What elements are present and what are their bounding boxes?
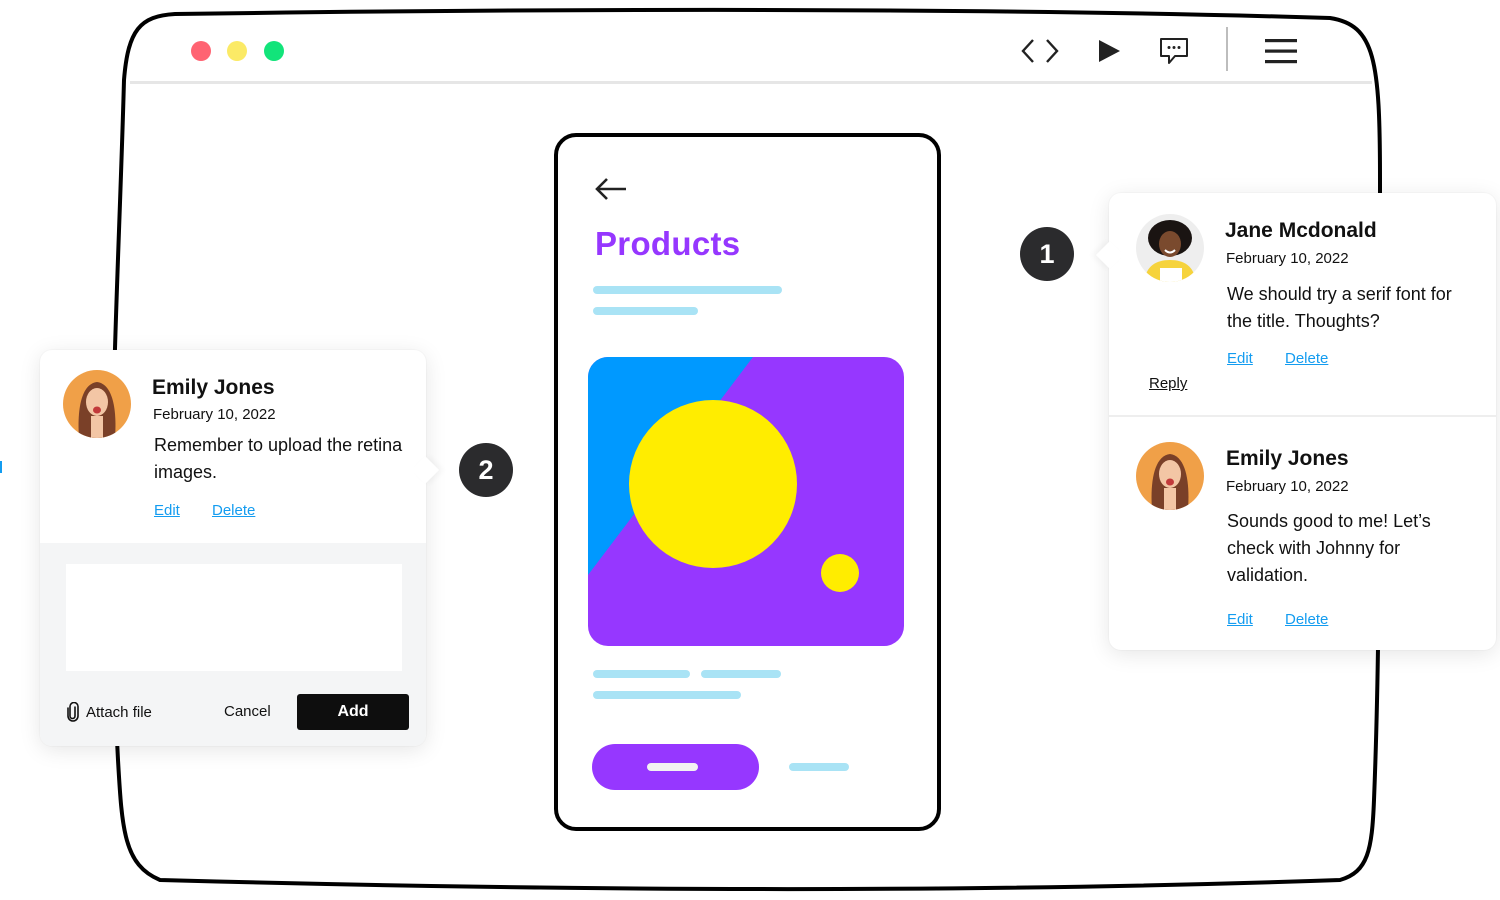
primary-action-button[interactable] (592, 744, 759, 790)
avatar-emily-jones (1136, 442, 1204, 510)
delete-comment-link[interactable]: Delete (1285, 611, 1328, 628)
comment-date: February 10, 2022 (1226, 250, 1349, 267)
comment-divider (1109, 415, 1496, 417)
comment-text: Remember to upload the retina images. (154, 435, 403, 482)
comment-text: We should try a serif font for the title… (1227, 284, 1452, 331)
add-button[interactable]: Add (297, 694, 409, 730)
button-label-placeholder (647, 763, 698, 771)
hero-large-circle (629, 400, 797, 568)
comment-author: Jane Mcdonald (1225, 219, 1377, 242)
page-title: Products (595, 225, 741, 262)
cancel-button[interactable]: Cancel (224, 703, 271, 720)
comments-button[interactable] (1156, 32, 1192, 70)
avatar-emily-jones (63, 370, 131, 438)
comment-thread-1: Jane Mcdonald February 10, 2022 We shoul… (1095, 193, 1496, 650)
close-window-button[interactable] (191, 41, 211, 61)
delete-comment-link[interactable]: Delete (212, 502, 255, 519)
attach-file-label: Attach file (86, 703, 152, 721)
comment-marker-1[interactable]: 1 (1020, 227, 1074, 281)
reply-composer: Attach file Cancel Add (40, 543, 426, 746)
edit-comment-link[interactable]: Edit (154, 502, 180, 519)
text-placeholder-line (593, 307, 698, 315)
comment-author: Emily Jones (1226, 447, 1349, 470)
code-view-button[interactable] (1018, 32, 1062, 70)
text-placeholder-line (701, 670, 781, 678)
comment-text: Sounds good to me! Let’s check with John… (1227, 511, 1431, 585)
minimize-window-button[interactable] (227, 41, 247, 61)
toolbar-separator (1226, 27, 1228, 71)
edit-comment-link[interactable]: Edit (1227, 611, 1253, 628)
text-placeholder-line (593, 286, 782, 294)
paperclip-icon (67, 702, 79, 722)
delete-comment-link[interactable]: Delete (1285, 350, 1328, 367)
secondary-link-placeholder[interactable] (789, 763, 849, 771)
hamburger-menu-icon (1265, 39, 1297, 64)
comment-author: Emily Jones (152, 376, 275, 399)
text-placeholder-line (593, 691, 741, 699)
edge-indicator (0, 461, 2, 473)
comment-bubble-icon (1160, 38, 1188, 64)
comment-date: February 10, 2022 (153, 406, 276, 423)
hero-small-circle (821, 554, 859, 592)
titlebar-divider (130, 81, 1372, 84)
comment-thread-2: Emily Jones February 10, 2022 Remember t… (40, 350, 440, 746)
maximize-window-button[interactable] (264, 41, 284, 61)
phone-mockup: Products (554, 133, 941, 831)
arrow-left-icon[interactable] (594, 177, 628, 201)
preview-play-button[interactable] (1092, 32, 1126, 70)
edit-comment-link[interactable]: Edit (1227, 350, 1253, 367)
reply-link[interactable]: Reply (1149, 375, 1187, 392)
attach-file-button[interactable]: Attach file (66, 702, 152, 722)
text-placeholder-line (593, 670, 690, 678)
code-brackets-icon (1021, 39, 1059, 63)
menu-button[interactable] (1262, 32, 1300, 70)
comment-date: February 10, 2022 (1226, 478, 1349, 495)
comment-marker-2[interactable]: 2 (459, 443, 513, 497)
product-hero-image (588, 357, 904, 646)
play-icon (1099, 40, 1120, 62)
reply-input[interactable] (66, 564, 402, 671)
avatar-jane-mcdonald (1136, 214, 1204, 282)
